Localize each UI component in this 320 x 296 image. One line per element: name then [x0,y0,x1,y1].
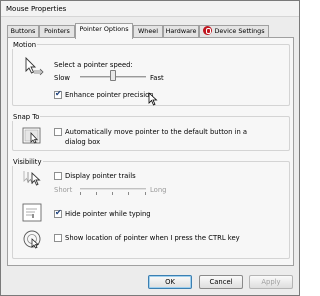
apply-button[interactable]: Apply [249,275,293,289]
snap-to-group-label: Snap To [12,113,41,121]
pointer-speed-icon [25,56,44,76]
title-bar[interactable]: Mouse Properties [1,1,299,17]
motion-group-label: Motion [12,41,38,49]
show-location-icon [23,230,41,249]
trails-slider-track[interactable] [80,188,146,190]
pointer-trails-label[interactable]: Display pointer trails [65,172,136,180]
snap-to-label-line2[interactable]: dialog box [65,138,100,146]
trails-tick [145,192,146,195]
mouse-cursor-icon [148,92,158,106]
trails-short-label: Short [54,186,73,194]
pointer-trails-icon [23,171,41,186]
enhance-precision-checkbox[interactable] [54,89,62,99]
show-location-checkbox[interactable] [54,234,62,242]
tab-device-settings-label: Device Settings [214,27,265,35]
speed-fast-label: Fast [150,74,164,82]
enhance-precision-label[interactable]: Enhance pointer precision [65,91,154,99]
trails-tick [128,192,129,195]
trails-tick [112,192,113,195]
trails-tick [96,192,97,195]
snap-to-icon [22,127,41,144]
tab-pointer-options[interactable]: Pointer Options [75,23,133,39]
pointer-options-panel: Motion Select a pointer speed: Slow Fast… [7,37,294,266]
speed-slow-label: Slow [54,74,70,82]
pointer-trails-checkbox[interactable] [54,172,62,180]
device-settings-icon [203,26,213,35]
mouse-properties-window: Mouse Properties Buttons Pointers Pointe… [0,0,300,296]
snap-to-label-line1[interactable]: Automatically move pointer to the defaul… [65,128,247,136]
trails-long-label: Long [150,186,167,194]
ok-button[interactable]: OK [148,275,192,289]
pointer-speed-thumb[interactable] [110,70,116,81]
hide-pointer-label[interactable]: Hide pointer while typing [65,210,151,218]
window-title: Mouse Properties [6,5,67,13]
show-location-label[interactable]: Show location of pointer when I press th… [65,234,240,242]
cancel-button[interactable]: Cancel [199,275,243,289]
hide-pointer-checkbox[interactable] [54,208,62,218]
snap-to-checkbox[interactable] [54,128,62,136]
hide-pointer-icon [22,203,42,222]
pointer-speed-label: Select a pointer speed: [54,61,133,69]
visibility-group-label: Visibility [12,158,43,166]
trails-tick [80,192,81,195]
